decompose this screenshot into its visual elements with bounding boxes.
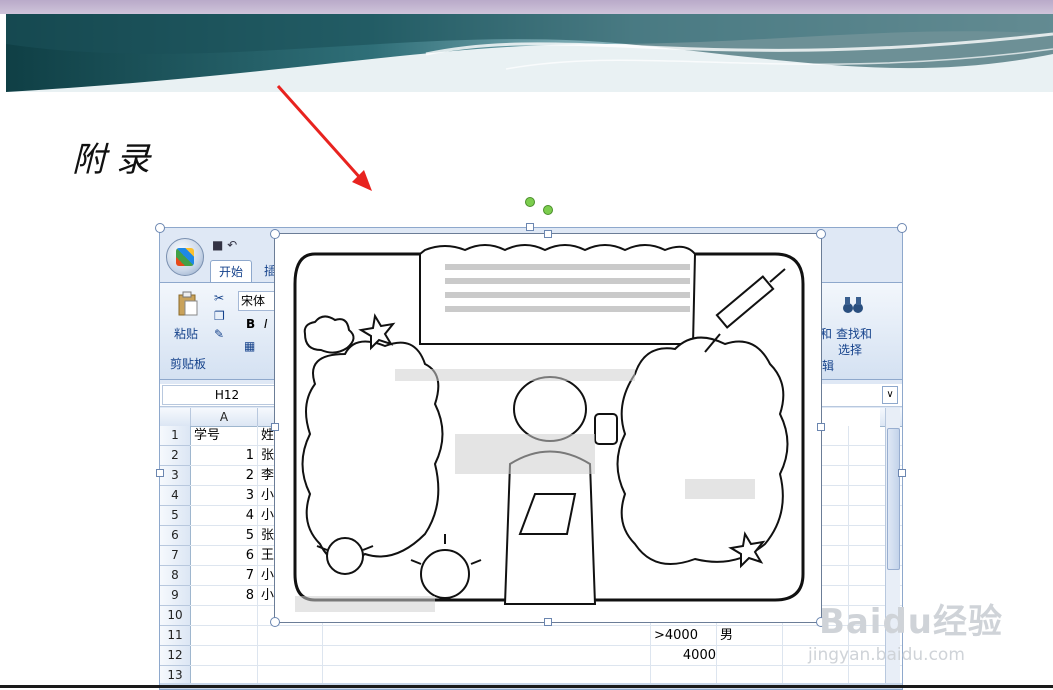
baidu-watermark-url: jingyan.baidu.com — [808, 645, 965, 665]
baidu-watermark: Baidu经验 — [818, 602, 1003, 642]
slide: 附录 ■ ↶ 开始 插 粘贴 ✂ ❐ ✎ 剪贴板 宋体 B I ▦ 和 查找和 — [0, 0, 1053, 690]
red-arrow-icon — [276, 85, 372, 191]
